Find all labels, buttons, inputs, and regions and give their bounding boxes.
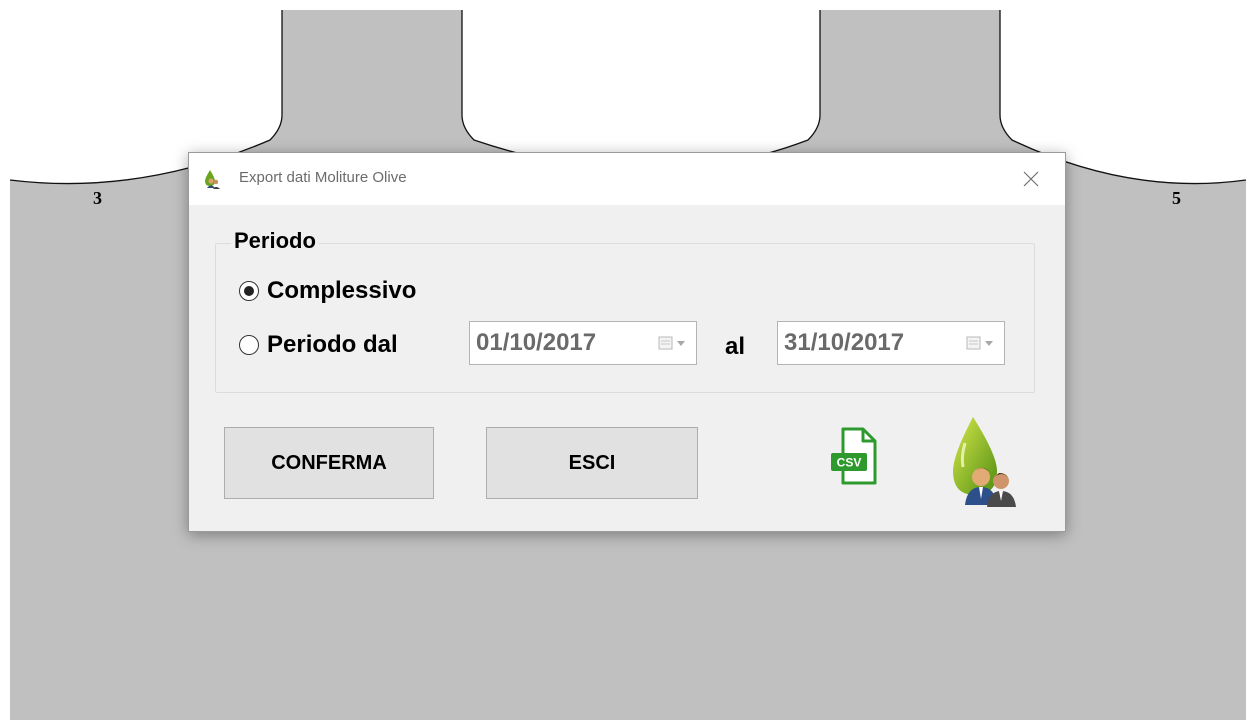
lane-label-3: 3 — [93, 188, 102, 208]
date-from-field[interactable]: 01/10/2017 — [469, 321, 697, 365]
dialog-title: Export dati Moliture Olive — [239, 169, 407, 186]
confirm-button[interactable]: CONFERMA — [224, 427, 434, 499]
periodo-groupbox — [215, 243, 1035, 393]
export-dialog: Export dati Moliture Olive Periodo Compl… — [188, 152, 1066, 532]
radio-complessivo[interactable]: Complessivo — [239, 277, 416, 305]
csv-file-icon: CSV — [831, 427, 877, 485]
radio-indicator — [239, 335, 259, 355]
close-button[interactable] — [1011, 161, 1051, 197]
radio-periodo-dal[interactable]: Periodo dal — [239, 331, 398, 359]
date-to-field[interactable]: 31/10/2017 — [777, 321, 1005, 365]
app-logo — [939, 411, 1035, 514]
radio-periodo-dal-label: Periodo dal — [267, 331, 398, 358]
radio-complessivo-label: Complessivo — [267, 277, 417, 304]
date-from-dropdown[interactable] — [658, 334, 696, 352]
csv-export-button[interactable]: CSV — [829, 425, 881, 494]
date-to-dropdown[interactable] — [966, 334, 1004, 352]
group-title: Periodo — [231, 228, 319, 254]
lane-label-5: 5 — [1172, 188, 1181, 208]
csv-badge-text: CSV — [837, 456, 862, 470]
close-icon — [1023, 171, 1039, 187]
calendar-dropdown-icon — [966, 336, 993, 350]
date-from-value: 01/10/2017 — [476, 329, 597, 356]
title-bar: Export dati Moliture Olive — [189, 153, 1065, 205]
olive-drop-people-icon — [205, 170, 220, 189]
radio-indicator-selected — [239, 281, 259, 301]
olive-drop-people-icon — [953, 417, 1016, 507]
al-label: al — [725, 333, 746, 360]
exit-button[interactable]: ESCI — [486, 427, 698, 499]
date-to-value: 31/10/2017 — [784, 329, 905, 356]
calendar-dropdown-icon — [658, 336, 685, 350]
